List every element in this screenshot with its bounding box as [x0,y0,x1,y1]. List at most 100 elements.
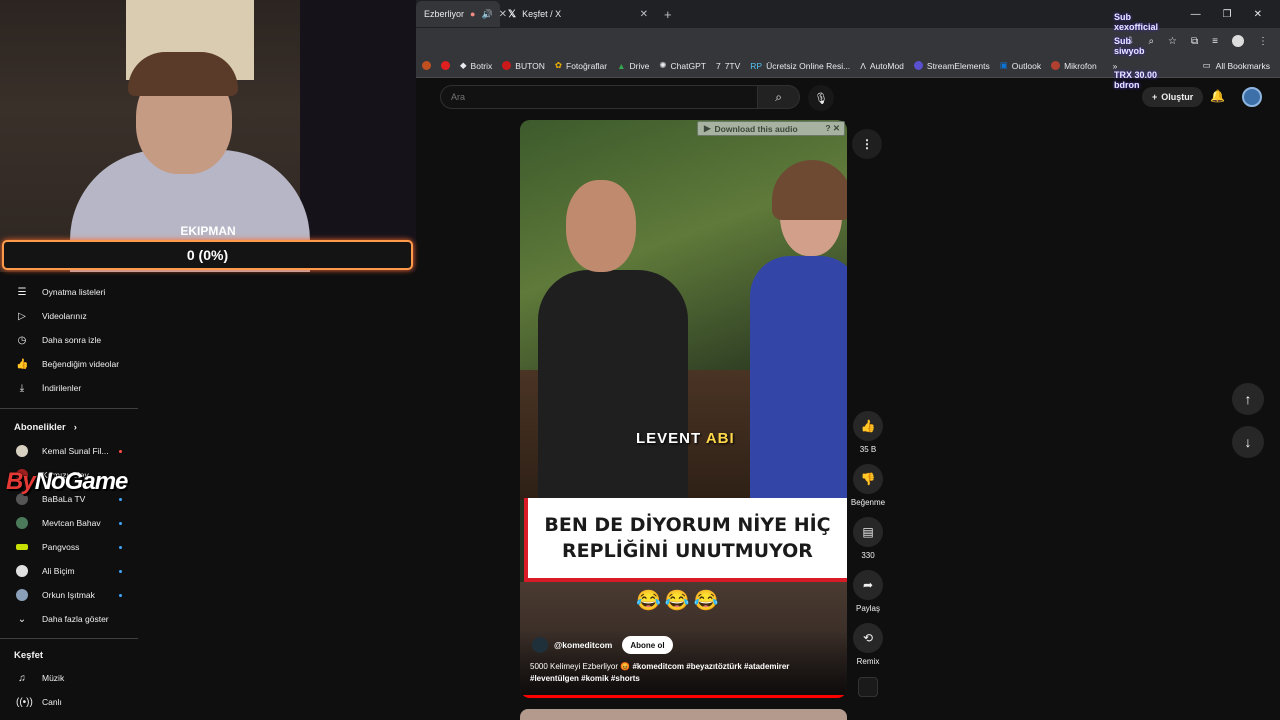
like-button[interactable]: 👍 35 B [846,411,890,454]
window-controls: — ❐ ✕ [1191,9,1280,20]
search-bar: ⌕ [440,85,800,109]
new-content-dot [119,497,122,501]
speaker-icon: 🔊 [481,8,493,19]
all-bookmarks[interactable]: ▭ All Bookmarks [1203,60,1280,71]
progress-bar[interactable] [520,695,847,698]
comments-button[interactable]: ▤ 330 [846,517,890,560]
extensions-icon[interactable]: ⧉ [1191,36,1198,47]
channel-avatar[interactable] [532,637,548,653]
sidebar-subscription[interactable]: Pangvoss [0,535,140,559]
divider [0,638,138,639]
profile-icon[interactable] [1232,35,1244,47]
comment-icon: ▤ [853,517,883,547]
x-logo-icon: 𝕏 [508,8,517,20]
bookmark-7tv[interactable]: 7 7TV [716,61,740,71]
bookmark-streamelements[interactable]: StreamElements [913,61,990,71]
channel-name[interactable]: @komeditcom [554,640,612,650]
bookmark-buton[interactable]: BUTON [502,61,545,71]
sidebar-item-downloads[interactable]: ⤓ İndirilenler [0,376,140,400]
sidebar-subscription[interactable]: Kemal Sunal Fil... [0,439,140,463]
bookmark-fotograflar[interactable]: ✿ Fotoğraflar [555,60,607,71]
notifications-bell-icon[interactable]: 🔔 [1210,89,1225,103]
new-content-dot [119,569,122,573]
bookmark-automod[interactable]: Λ AutoMod [860,61,904,71]
sidebar-subscription[interactable]: Ali Biçim [0,559,140,583]
tab-title: Keşfet / X [522,9,562,19]
search-input[interactable] [440,85,759,109]
bookmark-resim[interactable]: RP Ücretsiz Online Resi... [750,61,850,71]
close-tab-icon[interactable]: ✕ [640,9,648,20]
music-note-icon: ♫ [18,672,26,684]
restore-icon[interactable]: ❐ [1223,9,1232,20]
bookmark-chatgpt[interactable]: ✺ ChatGPT [659,60,706,71]
more-options-button[interactable]: ⋮ [852,129,882,159]
video-icon: ▷ [18,310,26,322]
bookmark-icon-2[interactable] [441,61,450,70]
close-icon[interactable]: ? ✕ [825,123,844,134]
sidebar-item-playlists[interactable]: ☰ Oynatma listeleri [0,280,140,304]
bookmark-icon-1[interactable] [422,61,431,70]
minimize-icon[interactable]: — [1191,9,1201,20]
drive-icon: ▲ [617,60,626,71]
man-torso [538,270,688,500]
microphone-icon: 🎙 [814,92,828,105]
chevron-right-icon: › [73,422,77,433]
video-name-overlay: LEVENT ABI [636,430,735,447]
share-button[interactable]: ➦ Paylaş [846,570,890,613]
close-window-icon[interactable]: ✕ [1254,9,1262,20]
next-short-button[interactable]: ↓ [1232,426,1264,458]
share-label: Paylaş [855,604,880,613]
plus-icon: + [1152,92,1158,102]
channel-avatar [16,565,28,577]
search-button[interactable]: ⌕ [758,85,800,109]
sidebar-item-liked-videos[interactable]: 👍 Beğendiğim videolar [0,352,140,376]
sidebar-subscription[interactable]: Orkun Işıtmak [0,583,140,607]
bookmark-outlook[interactable]: ▣ Outlook [1000,60,1041,71]
sidebar-item-watch-later[interactable]: ◷ Daha sonra izle [0,328,140,352]
photos-icon: ✿ [554,60,563,70]
live-indicator [119,449,122,453]
subscriptions-header[interactable]: Abonelikler › [14,422,77,433]
sidebar-item-live[interactable]: ((•)) Canlı [0,690,140,714]
sidebar-subscription[interactable]: Mevtcan Bahav [0,511,140,535]
channel-row: @komeditcom Abone ol [532,636,673,654]
woman-hair [772,160,847,220]
bookmark-drive[interactable]: ▲ Drive [617,61,649,71]
tab-ezberliyor[interactable]: Ezberliyor ● 🔊 ✕ [416,1,507,27]
live-icon: ((•)) [16,696,33,708]
channel-avatar [16,544,28,550]
dislike-label: Beğenme [850,498,886,507]
account-avatar[interactable] [1242,87,1262,107]
divider [0,408,138,409]
like-count: 35 B [859,445,877,454]
short-video-player[interactable]: LEVENT ABI BEN DE DİYORUM NİYE HİÇ REPLİ… [520,120,847,698]
next-short-preview[interactable] [520,709,847,720]
sidebar-item-your-videos[interactable]: ▷ Videolarınız [0,304,140,328]
new-content-dot [119,593,122,597]
audio-source-avatar[interactable] [858,677,878,697]
thumbs-up-icon: 👍 [16,358,29,370]
previous-short-button[interactable]: ↑ [1232,383,1264,415]
download-audio-bar[interactable]: ▶ Download this audio ? ✕ [697,121,845,136]
sidebar-item-music[interactable]: ♫ Müzik [0,666,140,690]
menu-dots-icon[interactable]: ⋮ [1258,36,1268,47]
bookmark-botrix[interactable]: ◆ Botrix [460,60,492,71]
subscribe-button[interactable]: Abone ol [622,636,673,654]
short-title[interactable]: 5000 Kelimeyi Ezberliyor 😡 #komeditcom #… [530,661,830,685]
media-control-icon[interactable]: ≡ [1212,36,1218,47]
download-icon: ⤓ [19,382,25,394]
share-icon: ➦ [853,570,883,600]
dislike-button[interactable]: 👎 Beğenme [846,464,890,507]
voice-search-button[interactable]: 🎙 [808,85,834,111]
new-tab-button[interactable]: + [656,7,680,22]
create-button[interactable]: + Oluştur [1142,87,1204,107]
new-content-dot [119,545,122,549]
tab-kesfet-x[interactable]: 𝕏 Keşfet / X ✕ [500,1,656,27]
new-content-dot [119,521,122,525]
bookmark-mikrofon[interactable]: Mikrofon [1051,61,1097,71]
remix-label: Remix [856,657,880,666]
remix-button[interactable]: ⟲ Remix [846,623,890,666]
show-more-button[interactable]: ⌄ Daha fazla göster [0,607,140,631]
remix-icon: ⟲ [853,623,883,653]
thumbs-down-icon: 👎 [853,464,883,494]
